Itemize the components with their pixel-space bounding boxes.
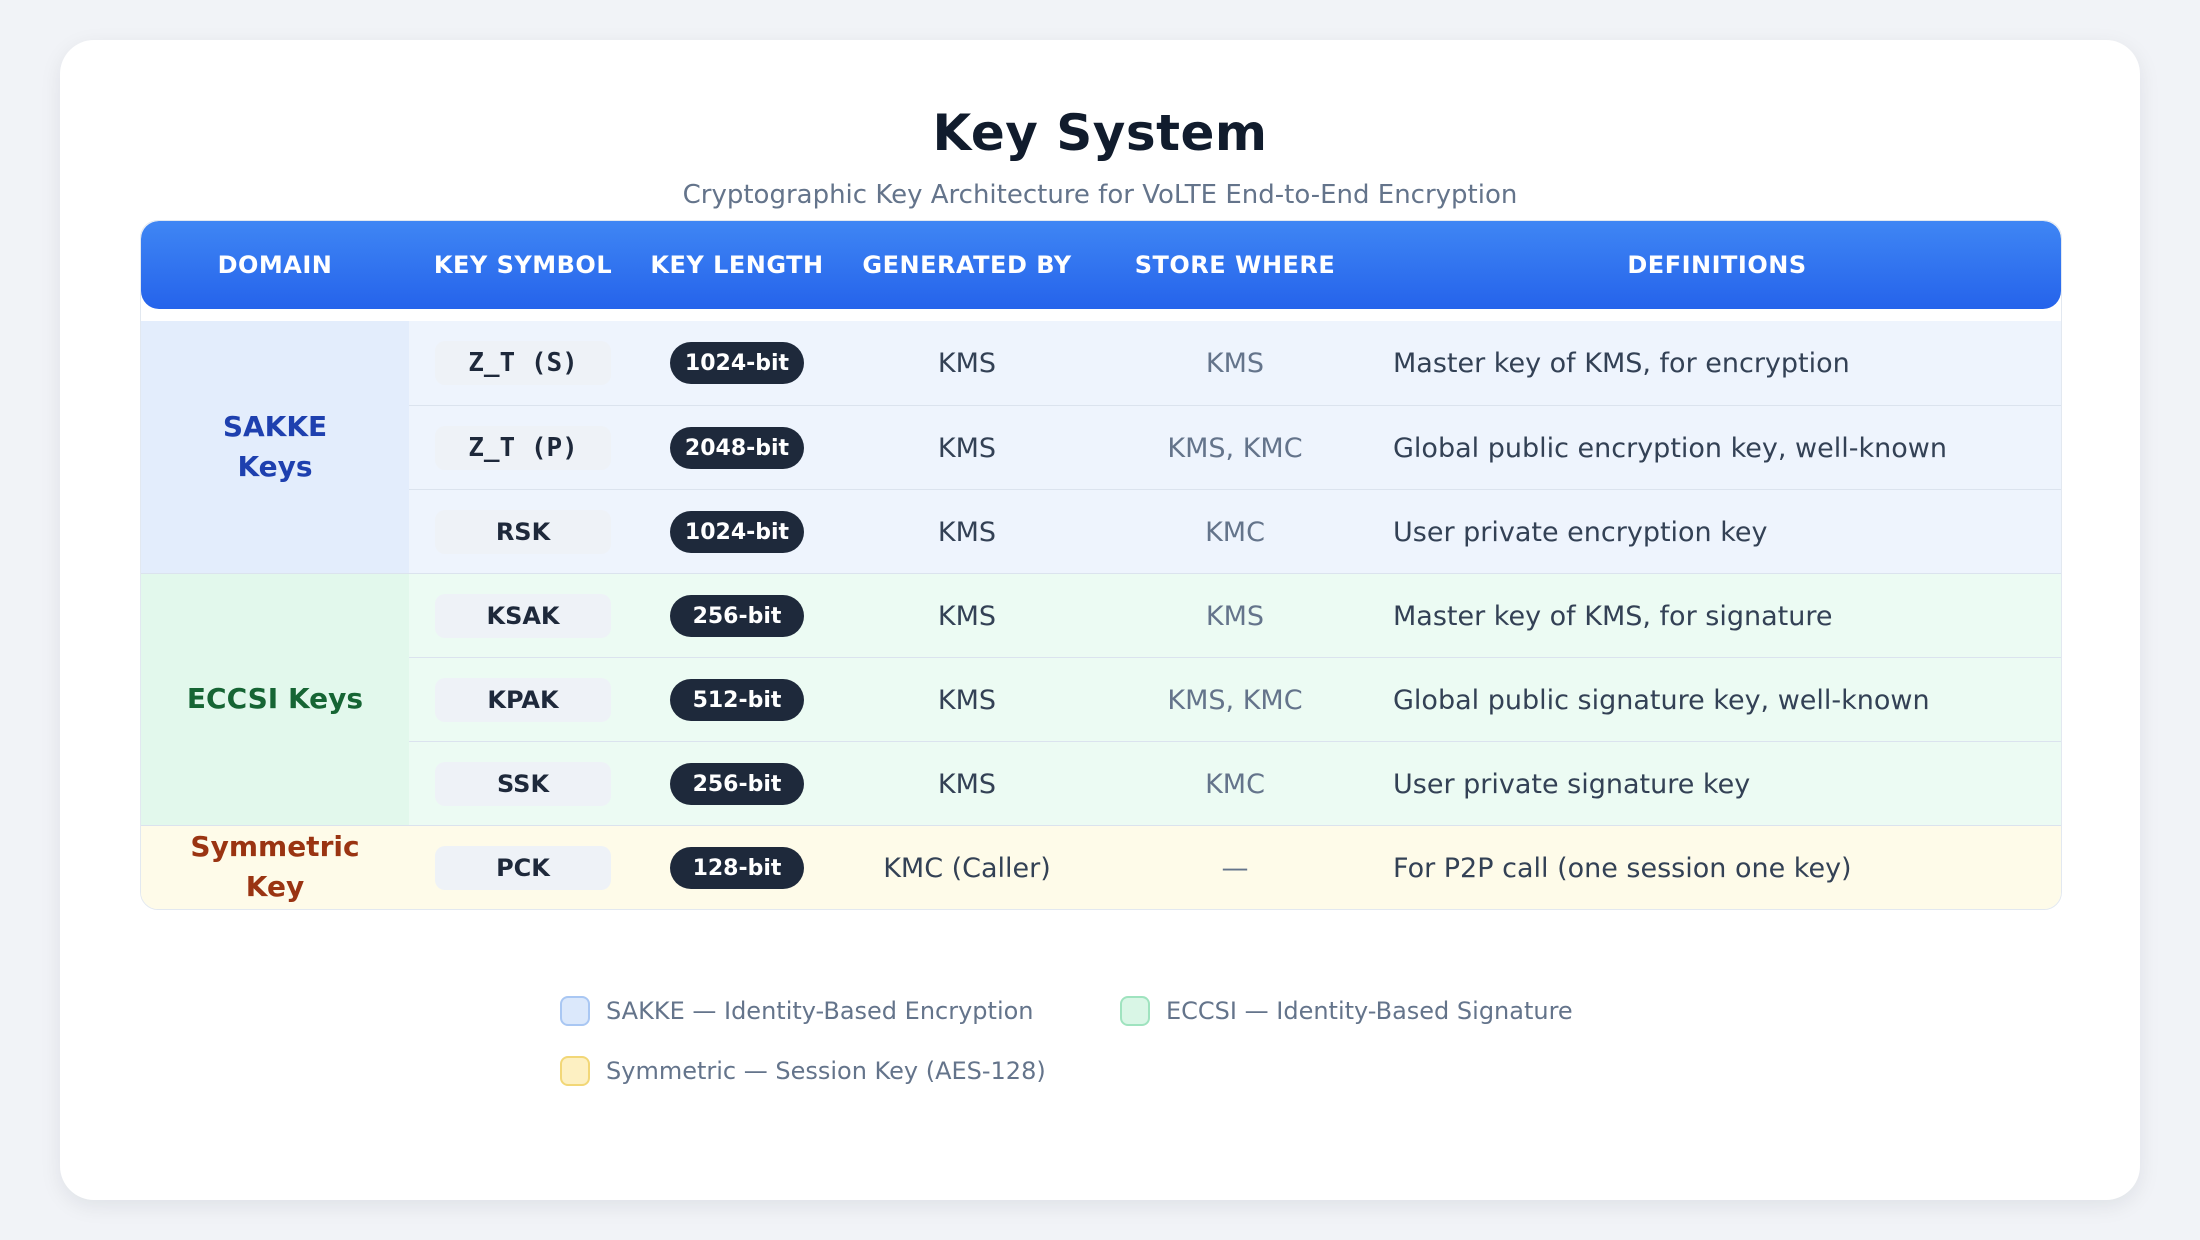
legend-label-symmetric: Symmetric — Session Key (AES-128) [606,1057,1046,1085]
domain-label-sakke: SAKKE Keys [222,410,328,483]
definition: Master key of KMS, for signature [1393,600,1833,632]
key-length-badge: 256-bit [670,763,804,805]
key-length-badge: 1024-bit [670,342,804,384]
legend-item-sakke: SAKKE — Identity-Based Encryption [560,996,1034,1026]
page-subtitle: Cryptographic Key Architecture for VoLTE… [682,180,1518,210]
legend-label-eccsi: ECCSI — Identity-Based Signature [1166,997,1573,1025]
column-header-store-where: STORE WHERE [1134,251,1336,279]
generated-by: KMC (Caller) [883,852,1051,884]
table-row: RSK 1024-bit KMS KMC User private encryp… [409,489,2061,574]
column-header-key-symbol: KEY SYMBOL [433,251,613,279]
legend-item-eccsi: ECCSI — Identity-Based Signature [1120,996,1573,1026]
definition: Global public signature key, well-known [1393,684,1930,716]
table-row: Z_T (P) 2048-bit KMS KMS, KMC Global pub… [409,405,2061,490]
legend-swatch-symmetric [560,1056,590,1086]
definition: User private signature key [1393,768,1751,800]
generated-by: KMS [937,768,997,800]
definition: For P2P call (one session one key) [1393,852,1852,884]
generated-by: KMS [937,516,997,548]
domain-label-eccsi: ECCSI Keys [186,682,364,715]
key-symbol: KPAK [435,678,611,722]
store-where: KMS [1205,600,1265,632]
generated-by: KMS [937,600,997,632]
store-where: KMS, KMC [1167,684,1303,716]
key-symbol: RSK [435,510,611,554]
column-header-definitions: DEFINITIONS [1627,251,1807,279]
key-symbol: Z_T (S) [435,341,611,385]
generated-by: KMS [937,347,997,379]
column-header-generated-by: GENERATED BY [862,251,1072,279]
generated-by: KMS [937,432,997,464]
key-length-badge: 2048-bit [670,427,804,469]
key-symbol: SSK [435,762,611,806]
store-where: KMC [1205,516,1265,548]
key-length-badge: 256-bit [670,595,804,637]
legend-swatch-sakke [560,996,590,1026]
table-row: KPAK 512-bit KMS KMS, KMC Global public … [409,657,2061,742]
generated-by: KMS [937,684,997,716]
store-where: — [1221,852,1249,884]
table-row: KSAK 256-bit KMS KMS Master key of KMS, … [141,573,2061,658]
definition: Master key of KMS, for encryption [1393,347,1850,379]
store-where: KMC [1205,768,1265,800]
table-header: DOMAIN KEY SYMBOL KEY LENGTH GENERATED B… [141,221,2061,309]
key-table: SAKKE Keys ECCSI Keys Symmetric Key DOMA… [140,220,2062,910]
key-length-badge: 512-bit [670,679,804,721]
key-symbol: PCK [435,846,611,890]
table-row: SSK 256-bit KMS KMC User private signatu… [409,741,2061,826]
legend-swatch-eccsi [1120,996,1150,1026]
column-header-key-length: KEY LENGTH [650,251,824,279]
column-header-domain: DOMAIN [217,251,333,279]
page-title: Key System [932,104,1268,162]
store-where: KMS, KMC [1167,432,1303,464]
key-symbol: KSAK [435,594,611,638]
legend-label-sakke: SAKKE — Identity-Based Encryption [606,997,1034,1025]
table-row: Z_T (S) 1024-bit KMS KMS Master key of K… [141,321,2061,405]
legend-item-symmetric: Symmetric — Session Key (AES-128) [560,1056,1046,1086]
store-where: KMS [1205,347,1265,379]
key-length-badge: 1024-bit [670,511,804,553]
key-symbol: Z_T (P) [435,426,611,470]
definition: User private encryption key [1393,516,1768,548]
key-length-badge: 128-bit [670,847,804,889]
card: Key System Cryptographic Key Architectur… [60,40,2140,1200]
table-row: PCK 128-bit KMC (Caller) — For P2P call … [141,825,2061,909]
definition: Global public encryption key, well-known [1393,432,1947,464]
